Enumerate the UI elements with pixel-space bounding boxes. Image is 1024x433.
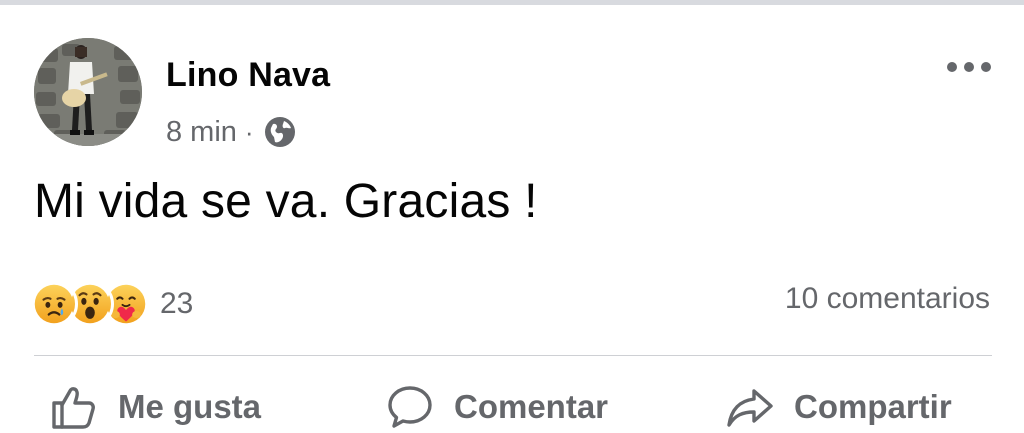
share-button[interactable]: Compartir [726, 380, 952, 433]
post-text: Mi vida se va. Gracias ! [34, 175, 538, 228]
like-button[interactable]: Me gusta [50, 380, 261, 433]
more-options-button[interactable] [944, 52, 994, 82]
ellipsis-dot [947, 62, 957, 72]
thumbs-up-icon [52, 386, 95, 429]
share-label: Compartir [794, 387, 952, 425]
like-label: Me gusta [118, 387, 262, 425]
ellipsis-dot [981, 62, 991, 72]
meta-separator: · [244, 116, 254, 147]
timestamp[interactable]: 8 min [166, 116, 237, 149]
ellipsis-dot [964, 62, 974, 72]
comments-count-link[interactable]: 10 comentarios [785, 282, 990, 316]
divider [34, 355, 992, 356]
globe-icon [263, 115, 297, 149]
sad-reaction-icon [30, 280, 78, 328]
reaction-count: 23 [160, 287, 194, 320]
post-meta: 8 min · [166, 112, 297, 152]
comment-button[interactable]: Comentar [386, 380, 608, 433]
top-border [0, 0, 1024, 5]
post-actions-bar: Me gusta Comentar Compartir [0, 380, 1024, 433]
comment-label: Comentar [454, 387, 609, 425]
profile-photo-icon [34, 38, 142, 146]
avatar[interactable] [34, 38, 142, 146]
share-arrow-icon [727, 388, 773, 427]
reactions-summary[interactable]: 23 [30, 278, 193, 330]
comment-bubble-icon [388, 385, 432, 428]
author-name[interactable]: Lino Nava [166, 56, 330, 95]
